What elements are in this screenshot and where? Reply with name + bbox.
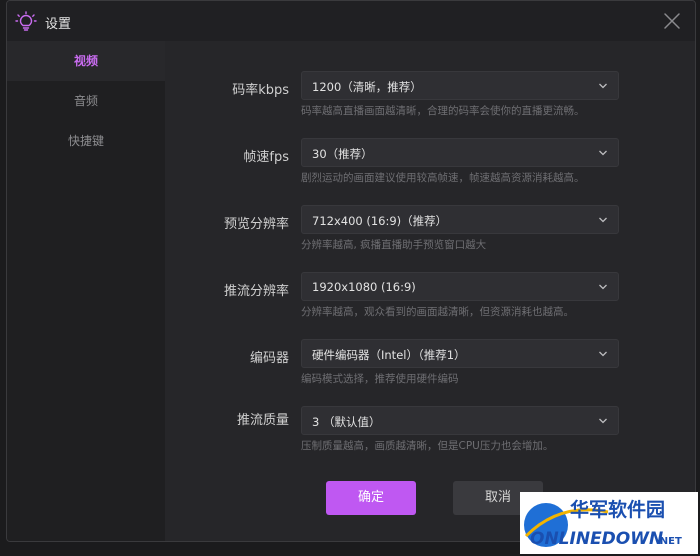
watermark-brand: ONLINEDOWN — [530, 529, 663, 549]
stream-quality-value: 3 （默认值） — [312, 415, 381, 429]
preview-resolution-select[interactable]: 712x400 (16:9)（推荐） — [301, 205, 619, 234]
sidebar-item-shortcuts[interactable]: 快捷键 — [7, 121, 165, 161]
video-settings-panel: 码率kbps 1200（清晰，推荐） 码率越高直播画面越清晰，合理的码率会使你的… — [165, 41, 695, 541]
lightbulb-icon — [15, 11, 37, 31]
setting-framerate: 帧速fps 30（推荐） 剧烈运动的画面建议使用较高帧速，帧速越高资源消耗越高。 — [165, 138, 695, 200]
confirm-button[interactable]: 确定 — [326, 481, 416, 515]
setting-encoder: 编码器 硬件编码器（Intel）（推荐1） 编码模式选择，推荐使用硬件编码 — [165, 339, 695, 401]
chevron-down-icon — [599, 351, 607, 357]
chevron-down-icon — [599, 217, 607, 223]
sidebar-item-video[interactable]: 视频 — [7, 41, 165, 81]
chevron-down-icon — [599, 83, 607, 89]
watermark-logo: 华军软件园 ONLINEDOWN .NET — [520, 492, 698, 554]
encoder-label: 编码器 — [249, 351, 289, 366]
settings-sidebar: 视频 音频 快捷键 — [7, 41, 165, 541]
window-title: 设置 — [45, 17, 72, 32]
bitrate-value: 1200（清晰，推荐） — [312, 80, 422, 94]
setting-stream-resolution: 推流分辨率 1920x1080 (16:9) 分辨率越高，观众看到的画面越清晰，… — [165, 272, 695, 334]
title-bar[interactable]: 设置 — [7, 1, 695, 41]
framerate-value: 30（推荐） — [312, 147, 373, 161]
sidebar-item-label: 视频 — [73, 54, 98, 68]
setting-stream-quality: 推流质量 3 （默认值） 压制质量越高，画质越清晰，但是CPU压力也会增加。 — [165, 406, 695, 468]
bitrate-hint: 码率越高直播画面越清晰，合理的码率会使你的直播更流畅。 — [301, 105, 585, 117]
chevron-down-icon — [599, 284, 607, 290]
chevron-down-icon — [599, 418, 607, 424]
framerate-hint: 剧烈运动的画面建议使用较高帧速，帧速越高资源消耗越高。 — [301, 172, 585, 184]
preview-resolution-value: 712x400 (16:9)（推荐） — [312, 214, 448, 228]
stream-quality-hint: 压制质量越高，画质越清晰，但是CPU压力也会增加。 — [301, 440, 554, 452]
sidebar-item-label: 音频 — [73, 94, 98, 108]
framerate-select[interactable]: 30（推荐） — [301, 138, 619, 167]
stream-resolution-select[interactable]: 1920x1080 (16:9) — [301, 272, 619, 301]
stream-resolution-value: 1920x1080 (16:9) — [312, 280, 416, 294]
stream-quality-label: 推流质量 — [236, 413, 289, 428]
encoder-value: 硬件编码器（Intel）（推荐1） — [312, 348, 466, 362]
watermark-title: 华军软件园 — [570, 498, 665, 521]
framerate-label: 帧速fps — [243, 150, 289, 165]
sidebar-item-audio[interactable]: 音频 — [7, 81, 165, 121]
chevron-down-icon — [599, 150, 607, 156]
encoder-select[interactable]: 硬件编码器（Intel）（推荐1） — [301, 339, 619, 368]
preview-resolution-label: 预览分辨率 — [223, 217, 289, 232]
setting-bitrate: 码率kbps 1200（清晰，推荐） 码率越高直播画面越清晰，合理的码率会使你的… — [165, 71, 695, 133]
stream-quality-select[interactable]: 3 （默认值） — [301, 406, 619, 435]
stream-resolution-hint: 分辨率越高，观众看到的画面越清晰，但资源消耗也越高。 — [301, 306, 574, 318]
setting-preview-resolution: 预览分辨率 712x400 (16:9)（推荐） 分辨率越高, 疯播直播助手预览… — [165, 205, 695, 267]
bitrate-label: 码率kbps — [232, 83, 289, 98]
stream-resolution-label: 推流分辨率 — [223, 284, 289, 299]
encoder-hint: 编码模式选择，推荐使用硬件编码 — [301, 373, 459, 385]
sidebar-item-label: 快捷键 — [67, 134, 104, 148]
settings-window: 设置 视频 音频 快捷键 码率kbps 1200（清晰，推荐） 码率越高直播画面… — [6, 0, 696, 542]
watermark-suffix: .NET — [656, 536, 682, 547]
close-icon[interactable] — [663, 12, 681, 30]
preview-resolution-hint: 分辨率越高, 疯播直播助手预览窗口越大 — [301, 239, 487, 251]
bitrate-select[interactable]: 1200（清晰，推荐） — [301, 71, 619, 100]
